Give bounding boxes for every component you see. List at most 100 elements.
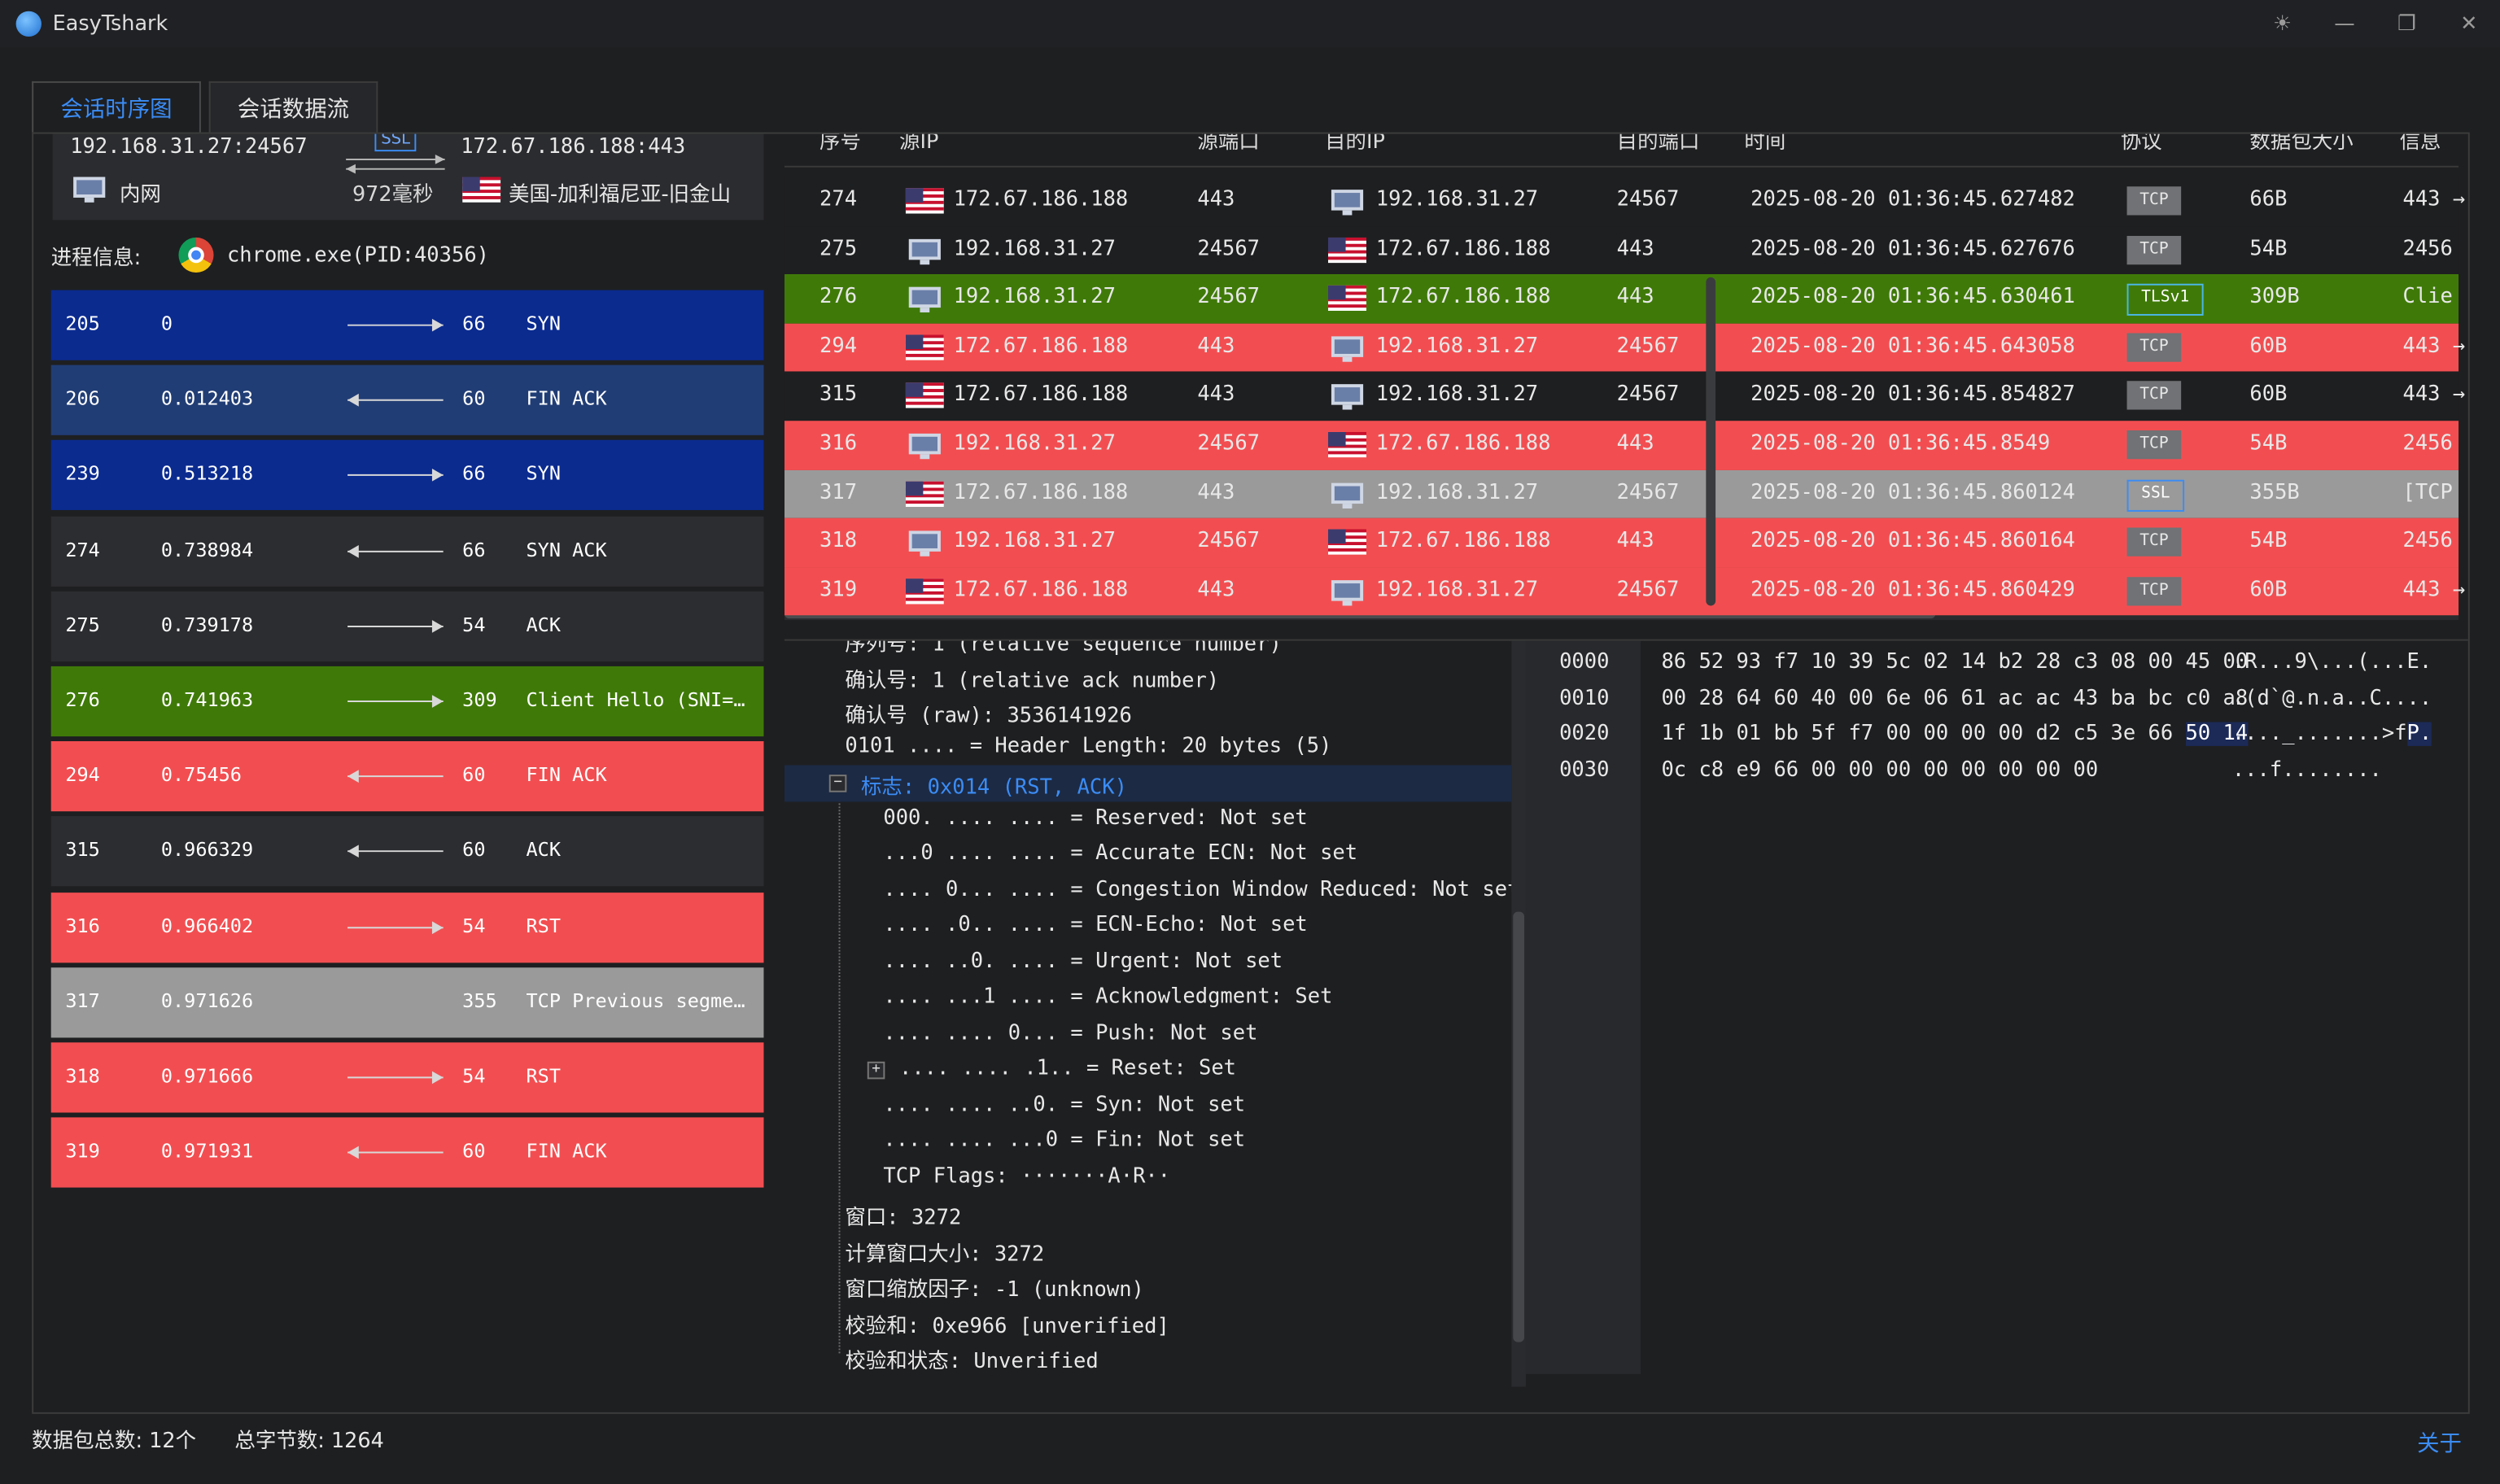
cell-src-port: 443 (1197, 382, 1235, 408)
sequence-row[interactable]: 316 0.966402 54 RST (50, 892, 764, 962)
tree-node[interactable]: − 标志: 0x014 (RST, ACK) (784, 765, 1512, 801)
cell-time: 2025-08-20 01:36:45.860124 (1750, 480, 2075, 505)
cell-dst-ip: 192.168.31.27 (1375, 480, 1539, 505)
frame-number: 317 (65, 989, 100, 1012)
table-vertical-scrollbar[interactable] (1706, 277, 1716, 606)
frame-length: 54 (462, 1064, 486, 1087)
sequence-row[interactable]: 205 0 66 SYN (50, 290, 764, 360)
sequence-row[interactable]: 319 0.971931 60 FIN ACK (50, 1117, 764, 1188)
us-flag-icon (905, 480, 944, 513)
hex-ascii-line[interactable]: .(d`@.n.a..C.... (2232, 686, 2432, 709)
sequence-row[interactable]: 315 0.966329 60 ACK (50, 816, 764, 887)
cell-size: 60B (2249, 334, 2288, 359)
column-header[interactable]: 序号 (819, 134, 861, 155)
frame-length: 309 (462, 688, 497, 711)
cell-src-ip: 192.168.31.27 (953, 237, 1116, 261)
sequence-row[interactable]: 206 0.012403 60 FIN ACK (50, 365, 764, 436)
tree-node-label: .... .... ...0 = Fin: Not set (883, 1128, 1246, 1153)
sequence-row[interactable]: 317 0.971626 355 TCP Previous segment not c… (50, 967, 764, 1037)
theme-toggle-icon[interactable]: ☀ (2251, 0, 2313, 48)
column-header[interactable]: 协议 (2121, 134, 2162, 155)
frame-time: 0.971626 (160, 989, 254, 1012)
cell-info: 443 → (2402, 188, 2466, 212)
table-row[interactable]: 274 443 24567 2025-08-20 01:36:45.627482 66B… (784, 177, 2465, 226)
frame-info: Client Hello (SNI=www.google.com) (526, 688, 750, 711)
sequence-row[interactable]: 318 0.971666 54 RST (50, 1042, 764, 1113)
cell-time: 2025-08-20 01:36:45.643058 (1750, 334, 2075, 359)
sequence-row[interactable]: 275 0.739178 54 ACK (50, 591, 764, 661)
column-header[interactable]: 时间 (1744, 134, 1785, 155)
column-header[interactable]: 源IP (899, 134, 938, 155)
hex-ascii-line[interactable]: .R...9\...(...E. (2232, 650, 2432, 674)
frame-info: ACK (526, 839, 562, 862)
restore-icon[interactable]: ❐ (2375, 0, 2437, 48)
cell-src-port: 24567 (1197, 431, 1261, 456)
sequence-row[interactable]: 239 0.513218 66 SYN (50, 440, 764, 511)
frame-time: 0.971931 (160, 1139, 254, 1163)
frame-length: 60 (462, 763, 486, 787)
hex-bytes-line[interactable]: 1f 1b 01 bb 5f f7 00 00 00 00 d2 c5 3e 6… (1661, 722, 2249, 746)
column-header[interactable]: 目的IP (1325, 134, 1385, 155)
table-row[interactable]: 318 24567 443 2025-08-20 01:36:45.860164 54B… (784, 518, 2459, 568)
chrome-icon (179, 237, 215, 273)
column-header[interactable]: 源端口 (1197, 134, 1259, 155)
frame-length: 60 (462, 1139, 486, 1163)
hex-bytes-line[interactable]: 00 28 64 60 40 00 6e 06 61 ac ac 43 ba b… (1661, 686, 2248, 709)
hex-bytes-line[interactable]: 0c c8 e9 66 00 00 00 00 00 00 00 00 (1661, 758, 2098, 782)
lan-monitor-icon (1328, 188, 1366, 223)
expand-icon[interactable]: + (867, 1061, 885, 1080)
cell-dst-port: 24567 (1616, 382, 1680, 408)
sequence-row[interactable]: 274 0.738984 66 SYN ACK (50, 515, 764, 587)
frame-number: 206 (65, 387, 100, 410)
us-flag-icon (905, 334, 944, 366)
hex-bytes-line[interactable]: 86 52 93 f7 10 39 5c 02 14 b2 28 c3 08 0… (1661, 650, 2248, 674)
cell-number: 276 (819, 286, 858, 310)
cell-time: 2025-08-20 01:36:45.627482 (1750, 188, 2075, 212)
column-header[interactable]: 数据包大小 (2249, 134, 2353, 155)
cell-dst-ip: 172.67.186.188 (1375, 529, 1551, 554)
frame-number: 275 (65, 613, 100, 636)
lan-monitor-icon (906, 286, 944, 321)
sequence-row[interactable]: 276 0.741963 309 Client Hello (SNI=www.goog… (50, 666, 764, 737)
cell-dst-ip: 192.168.31.27 (1375, 334, 1539, 359)
table-row[interactable]: 275 24567 443 2025-08-20 01:36:45.627676 54B… (784, 225, 2459, 275)
cell-time: 2025-08-20 01:36:45.8549 (1750, 431, 2051, 456)
cell-info: 443 → (2402, 382, 2466, 408)
table-row[interactable]: 276 24567 443 2025-08-20 01:36:45.630461 309… (784, 274, 2459, 324)
connection-summary: 192.168.31.27:24567 SSL 172.67.186.188:4… (52, 133, 764, 220)
table-row[interactable]: 315 443 24567 2025-08-20 01:36:45.854827 60B… (784, 372, 2465, 421)
frame-number: 315 (65, 839, 100, 862)
cell-src-ip: 172.67.186.188 (953, 334, 1129, 359)
hex-ascii-line[interactable]: ...._.......>fP. (2232, 722, 2432, 746)
table-row[interactable]: 294 443 24567 2025-08-20 01:36:45.643058 60B… (784, 323, 2465, 373)
arrow-left-icon (347, 394, 444, 407)
cell-time: 2025-08-20 01:36:45.627676 (1750, 237, 2075, 261)
column-header[interactable]: 信息 (2400, 134, 2441, 155)
cell-info: 2456 (2402, 529, 2453, 554)
content-frame: 192.168.31.27:24567 SSL 172.67.186.188:4… (32, 132, 2470, 1414)
about-link[interactable]: 关于 (2417, 1426, 2462, 1458)
scrollbar-thumb[interactable] (1513, 911, 1524, 1342)
table-row[interactable]: 317 443 24567 2025-08-20 01:36:45.860124 355… (784, 469, 2459, 519)
tab-session-timeline[interactable]: 会话时序图 (32, 81, 201, 133)
table-row[interactable]: 316 24567 443 2025-08-20 01:36:45.8549 54B 24… (784, 421, 2459, 470)
tree-vertical-scrollbar[interactable] (1511, 640, 1526, 1387)
close-icon[interactable]: ✕ (2438, 0, 2500, 48)
frame-time: 0.739178 (160, 613, 254, 636)
collapse-icon[interactable]: − (828, 775, 847, 792)
cell-info: Clie (2402, 286, 2453, 310)
sequence-row[interactable]: 294 0.75456 60 FIN ACK (50, 741, 764, 812)
cell-size: 66B (2249, 188, 2288, 212)
minimize-icon[interactable]: — (2314, 0, 2375, 48)
table-row[interactable]: 319 443 24567 2025-08-20 01:36:45.860429 60B… (784, 567, 2465, 617)
frame-time: 0.971666 (160, 1064, 254, 1087)
tree-node-label: .... .0.. .... = ECN-Echo: Not set (883, 913, 1308, 938)
column-header[interactable]: 目的端口 (1617, 134, 1700, 155)
protocol-tag: TLSv1 (2126, 284, 2204, 316)
tab-session-stream[interactable]: 会话数据流 (208, 81, 378, 133)
frame-time: 0.966402 (160, 914, 254, 937)
protocol-tag: TCP (2126, 527, 2182, 557)
cell-size: 60B (2249, 578, 2288, 603)
hex-ascii-line[interactable]: ...f........ (2232, 758, 2382, 782)
cell-dst-port: 24567 (1616, 480, 1680, 505)
